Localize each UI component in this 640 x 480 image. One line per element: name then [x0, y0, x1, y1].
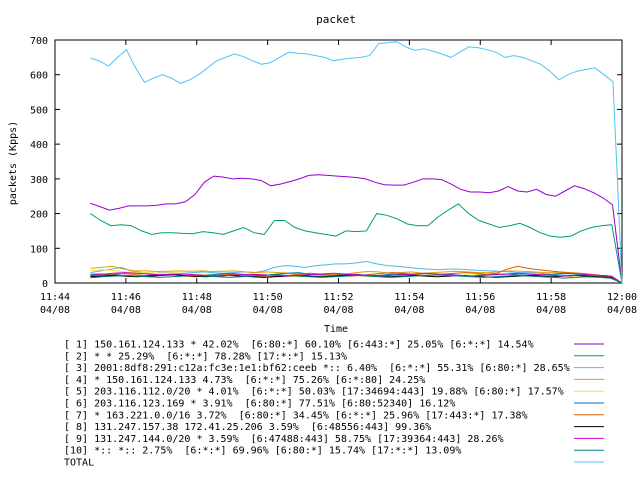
series-line-1	[90, 174, 623, 284]
x-tick-label-time: 11:52	[323, 292, 353, 303]
legend-label: [ 8] 131.247.157.38 172.41.25.206 3.59% …	[64, 422, 431, 433]
legend-label: [ 7] * 163.221.0.0/16 3.72% [6:80:*] 34.…	[64, 410, 528, 421]
legend-label: [ 1] 150.161.124.133 * 42.02% [6:80:*] 6…	[64, 340, 534, 351]
x-tick-label-date: 04/08	[253, 305, 283, 316]
y-tick-label: 400	[30, 140, 48, 151]
x-tick-label-time: 11:54	[394, 292, 424, 303]
y-tick-label: 700	[30, 36, 48, 47]
x-tick-label-date: 04/08	[40, 305, 70, 316]
legend-label: [ 4] * 150.161.124.133 4.73% [6:*:*] 75.…	[64, 375, 425, 386]
y-tick-label: 0	[42, 279, 48, 290]
x-tick-label-time: 11:46	[111, 292, 141, 303]
x-tick-label-date: 04/08	[536, 305, 566, 316]
legend-label: [10] *:: *:: 2.75% [6:*:*] 69.96% [6:80:…	[64, 446, 461, 457]
y-tick-label: 500	[30, 105, 48, 116]
x-tick-label-date: 04/08	[394, 305, 424, 316]
legend: [ 1] 150.161.124.133 * 42.02% [6:80:*] 6…	[64, 340, 604, 469]
y-axis-label: packets (Kpps)	[8, 121, 19, 205]
legend-label: [ 6] 203.116.123.169 * 3.91% [6:80:*] 77…	[64, 399, 455, 410]
plot-border	[54, 39, 623, 284]
x-tick-label-date: 04/08	[323, 305, 353, 316]
series-line-11	[90, 41, 623, 284]
packet-chart: packet packets (Kpps) Time 0 100 200 300 400…	[8, 13, 637, 469]
x-tick-label-time: 12:00	[607, 292, 637, 303]
x-tick-label-time: 11:58	[536, 292, 566, 303]
series-lines	[90, 41, 623, 284]
x-tick-label-date: 04/08	[607, 305, 637, 316]
legend-label: [ 9] 131.247.144.0/20 * 3.59% [6:47488:4…	[64, 434, 504, 445]
y-tick-label: 300	[30, 175, 48, 186]
x-tick-label-date: 04/08	[111, 305, 141, 316]
chart-title: packet	[316, 13, 356, 26]
plot-area	[54, 39, 623, 284]
x-tick-label-date: 04/08	[465, 305, 495, 316]
y-tick-label: 100	[30, 244, 48, 255]
x-tick-label-time: 11:50	[253, 292, 283, 303]
legend-label: [ 5] 203.116.112.0/20 * 4.01% [6:*:*] 50…	[64, 387, 564, 398]
y-tick-label: 600	[30, 71, 48, 82]
legend-label: [ 2] * * 25.29% [6:*:*] 78.28% [17:*:*] …	[64, 351, 347, 362]
x-axis-label: Time	[324, 324, 348, 335]
y-axis-ticks: 0 100 200 300 400 500 600 700	[30, 36, 622, 290]
y-tick-label: 200	[30, 210, 48, 221]
x-tick-label-time: 11:44	[40, 292, 70, 303]
legend-label: [ 3] 2001:8df8:291:c12a:fc3e:1e1:bf62:ce…	[64, 363, 570, 374]
x-tick-label-time: 11:56	[465, 292, 495, 303]
x-tick-label-date: 04/08	[182, 305, 212, 316]
x-tick-label-time: 11:48	[182, 292, 212, 303]
legend-label: TOTAL	[64, 458, 94, 469]
